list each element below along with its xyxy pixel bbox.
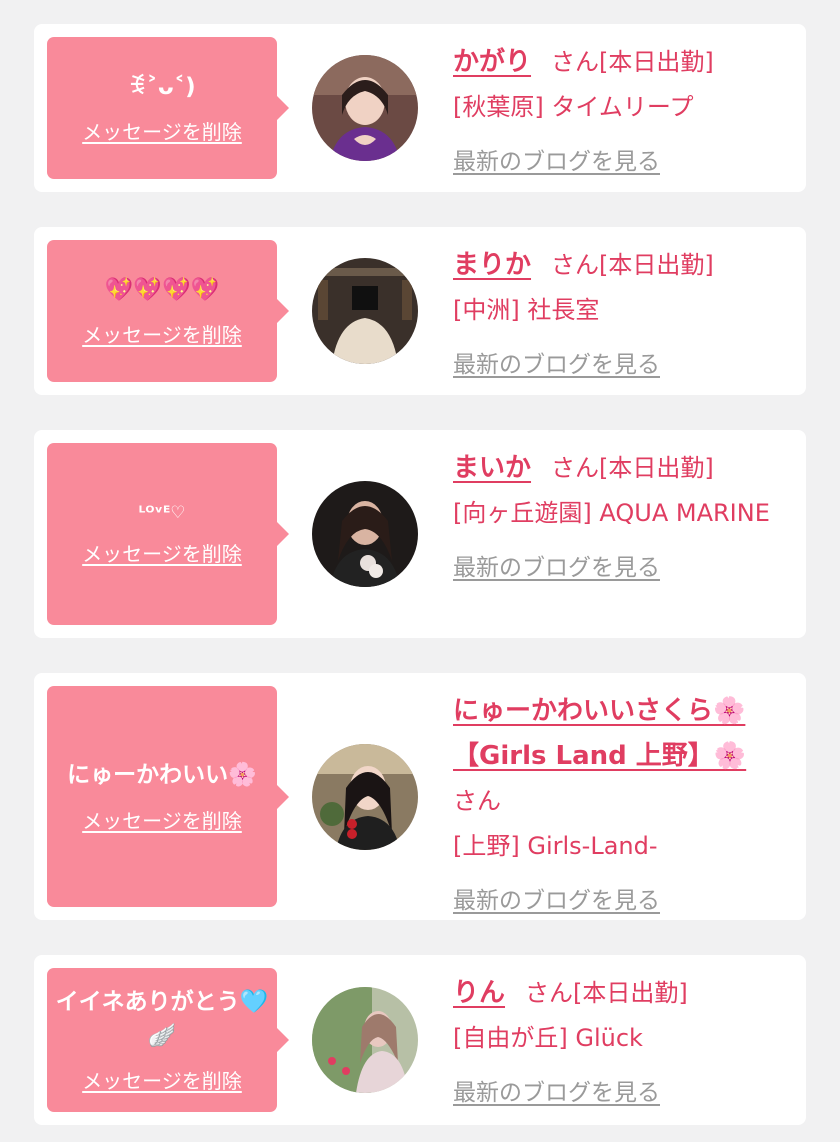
message-list: ꉂ˃ᴗ˂) メッセージを削除 かがり さん[本日出勤] [秋葉原] タイムリープ …	[0, 0, 840, 1142]
message-card: ᴸᴼᵛᴱ♡ メッセージを削除 まいか さん[本日出勤] [向ヶ丘遊園] AQUA …	[34, 430, 806, 638]
girl-name-link[interactable]: かがり	[453, 47, 531, 77]
view-blog-link[interactable]: 最新のブログを見る	[453, 879, 660, 924]
message-bubble: イイネありがとう🩵🪽 メッセージを削除	[47, 968, 289, 1112]
delete-message-link[interactable]: メッセージを削除	[82, 538, 242, 567]
message-text: ᴸᴼᵛᴱ♡	[138, 503, 186, 524]
delete-message-link[interactable]: メッセージを削除	[82, 805, 242, 834]
san-label: さん	[453, 787, 501, 815]
message-text: 💖💖💖💖	[104, 276, 220, 303]
area-label: [上野]	[453, 832, 520, 860]
message-text: イイネありがとう🩵🪽	[55, 989, 269, 1049]
shop-name: Girls-Land-	[527, 832, 658, 860]
avatar[interactable]	[312, 258, 418, 364]
message-bubble: にゅーかわいい🌸 メッセージを削除	[47, 686, 289, 907]
view-blog-link[interactable]: 最新のブログを見る	[453, 140, 660, 185]
attendance-status: [本日出勤]	[573, 979, 688, 1007]
girl-name-link[interactable]: にゅーかわいいさくら🌸【Girls Land 上野】🌸	[453, 696, 746, 771]
message-bubble: ꉂ˃ᴗ˂) メッセージを削除	[47, 37, 289, 179]
san-label: さん	[525, 979, 574, 1007]
shop-name: Glück	[575, 1024, 643, 1052]
message-text: ꉂ˃ᴗ˂)	[128, 73, 196, 100]
delete-message-link[interactable]: メッセージを削除	[82, 319, 242, 348]
shop-name: 社長室	[527, 296, 600, 324]
message-card: ꉂ˃ᴗ˂) メッセージを削除 かがり さん[本日出勤] [秋葉原] タイムリープ …	[34, 24, 806, 192]
avatar[interactable]	[312, 481, 418, 587]
profile-info: かがり さん[本日出勤] [秋葉原] タイムリープ 最新のブログを見る	[453, 40, 786, 185]
view-blog-link[interactable]: 最新のブログを見る	[453, 343, 660, 388]
profile-info: まりか さん[本日出勤] [中洲] 社長室 最新のブログを見る	[453, 243, 786, 388]
shop-name: AQUA MARINE	[599, 499, 770, 527]
profile-info: まいか さん[本日出勤] [向ヶ丘遊園] AQUA MARINE 最新のブログを見…	[453, 446, 786, 591]
girl-name-link[interactable]: りん	[453, 978, 505, 1008]
girl-name-link[interactable]: まりか	[453, 250, 531, 280]
attendance-status: [本日出勤]	[599, 454, 714, 482]
avatar[interactable]	[312, 744, 418, 850]
avatar[interactable]	[312, 55, 418, 161]
area-label: [向ヶ丘遊園]	[453, 499, 592, 527]
delete-message-link[interactable]: メッセージを削除	[82, 116, 242, 145]
message-bubble: 💖💖💖💖 メッセージを削除	[47, 240, 289, 382]
attendance-status: [本日出勤]	[599, 251, 714, 279]
message-card: イイネありがとう🩵🪽 メッセージを削除 りん さん[本日出勤] [自由が丘] Gl…	[34, 955, 806, 1125]
message-text: にゅーかわいい🌸	[67, 762, 257, 789]
area-label: [中洲]	[453, 296, 520, 324]
avatar[interactable]	[312, 987, 418, 1093]
girl-name-link[interactable]: まいか	[453, 453, 531, 483]
attendance-status: [本日出勤]	[599, 48, 714, 76]
message-card: 💖💖💖💖 メッセージを削除 まりか さん[本日出勤] [中洲] 社長室 最新のブロ…	[34, 227, 806, 395]
message-bubble: ᴸᴼᵛᴱ♡ メッセージを削除	[47, 443, 289, 625]
delete-message-link[interactable]: メッセージを削除	[82, 1065, 242, 1094]
view-blog-link[interactable]: 最新のブログを見る	[453, 1071, 660, 1116]
area-label: [自由が丘]	[453, 1024, 568, 1052]
area-label: [秋葉原]	[453, 93, 544, 121]
san-label: さん	[551, 251, 600, 279]
profile-info: りん さん[本日出勤] [自由が丘] Glück 最新のブログを見る	[453, 971, 786, 1116]
san-label: さん	[551, 454, 600, 482]
profile-info: にゅーかわいいさくら🌸【Girls Land 上野】🌸 さん [上野] Girl…	[453, 689, 786, 924]
san-label: さん	[551, 48, 600, 76]
view-blog-link[interactable]: 最新のブログを見る	[453, 546, 660, 591]
shop-name: タイムリープ	[551, 93, 694, 121]
message-card: にゅーかわいい🌸 メッセージを削除 にゅーかわいいさくら🌸【Girls Land…	[34, 673, 806, 920]
